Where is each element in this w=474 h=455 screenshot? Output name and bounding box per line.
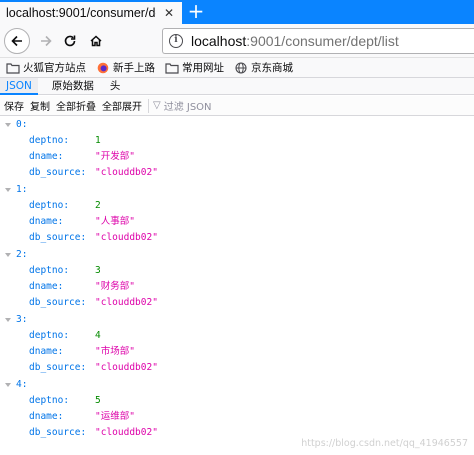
filter-json-input[interactable]: ▽ 过滤 JSON — [153, 98, 212, 113]
tree-node-row[interactable]: 1: — [0, 182, 474, 198]
firefox-icon — [97, 62, 109, 73]
tree-property-row[interactable]: db_source: "clouddb02" — [0, 295, 474, 311]
tree-property-row[interactable]: db_source: "clouddb02" — [0, 230, 474, 246]
reload-icon — [64, 35, 76, 47]
expand-triangle-icon[interactable] — [5, 318, 11, 322]
reload-button[interactable] — [58, 29, 82, 53]
tree-property-row[interactable]: deptno: 3 — [0, 263, 474, 279]
tree-property-row[interactable]: dname: "人事部" — [0, 214, 474, 230]
tab-raw-data[interactable]: 原始数据 — [44, 78, 102, 95]
globe-icon — [235, 61, 247, 74]
watermark: https://blog.csdn.net/qq_41946557 — [301, 438, 468, 449]
site-info-icon[interactable]: i — [169, 34, 183, 48]
tree-node-row[interactable]: 0: — [0, 117, 474, 133]
expand-triangle-icon[interactable] — [5, 253, 11, 257]
tree-property-row[interactable]: dname: "市场部" — [0, 344, 474, 360]
expand-triangle-icon[interactable] — [5, 123, 11, 127]
tree-property-row[interactable]: dname: "运维部" — [0, 409, 474, 425]
collapse-all-button[interactable]: 全部折叠 — [56, 98, 96, 113]
tree-node-row[interactable]: 4: — [0, 377, 474, 393]
filter-icon: ▽ — [153, 100, 161, 111]
tree-property-row[interactable]: db_source: "clouddb02" — [0, 165, 474, 181]
navigation-bar: i localhost:9001/consumer/dept/list — [0, 24, 474, 58]
bookmark-item[interactable]: 常用网址 — [165, 60, 224, 75]
home-icon — [90, 35, 102, 47]
folder-icon — [165, 62, 179, 74]
arrow-left-icon — [11, 35, 22, 47]
url-text: localhost:9001/consumer/dept/list — [191, 33, 399, 49]
tree-property-row[interactable]: deptno: 5 — [0, 393, 474, 409]
tab-title: localhost:9001/consumer/dept/li — [6, 6, 156, 20]
tree-node-row[interactable]: 3: — [0, 312, 474, 328]
tree-property-row[interactable]: dname: "开发部" — [0, 149, 474, 165]
tree-property-row[interactable]: deptno: 2 — [0, 198, 474, 214]
json-viewer-tabs: JSON 原始数据 头 — [0, 78, 474, 95]
forward-button[interactable] — [34, 29, 58, 53]
address-bar[interactable]: i localhost:9001/consumer/dept/list — [162, 28, 474, 54]
bookmark-item[interactable]: 火狐官方站点 — [6, 60, 86, 75]
tab-json[interactable]: JSON — [0, 78, 38, 95]
browser-tab[interactable]: localhost:9001/consumer/dept/li ✕ — [0, 0, 182, 24]
save-button[interactable]: 保存 — [4, 98, 24, 113]
tree-property-row[interactable]: db_source: "clouddb02" — [0, 360, 474, 376]
bookmark-item[interactable]: 京东商城 — [234, 60, 293, 75]
new-tab-icon[interactable]: + — [186, 0, 206, 24]
expand-all-button[interactable]: 全部展开 — [102, 98, 142, 113]
tab-headers[interactable]: 头 — [102, 78, 129, 95]
bookmarks-bar: 火狐官方站点 新手上路 常用网址 京东商城 — [0, 58, 474, 78]
json-toolbar: 保存 复制 全部折叠 全部展开 ▽ 过滤 JSON — [0, 96, 474, 116]
tree-node-row[interactable]: 2: — [0, 247, 474, 263]
close-tab-icon[interactable]: ✕ — [162, 6, 176, 20]
expand-triangle-icon[interactable] — [5, 383, 11, 387]
folder-icon — [6, 62, 20, 74]
expand-triangle-icon[interactable] — [5, 188, 11, 192]
bookmark-item[interactable]: 新手上路 — [96, 60, 155, 75]
copy-button[interactable]: 复制 — [30, 98, 50, 113]
tab-strip: localhost:9001/consumer/dept/li ✕ + — [0, 0, 474, 24]
tree-property-row[interactable]: deptno: 1 — [0, 133, 474, 149]
tree-property-row[interactable]: dname: "财务部" — [0, 279, 474, 295]
tree-property-row[interactable]: deptno: 4 — [0, 328, 474, 344]
arrow-right-icon — [41, 35, 52, 47]
back-button[interactable] — [4, 28, 30, 54]
home-button[interactable] — [84, 29, 108, 53]
toolbar-divider — [148, 98, 149, 113]
